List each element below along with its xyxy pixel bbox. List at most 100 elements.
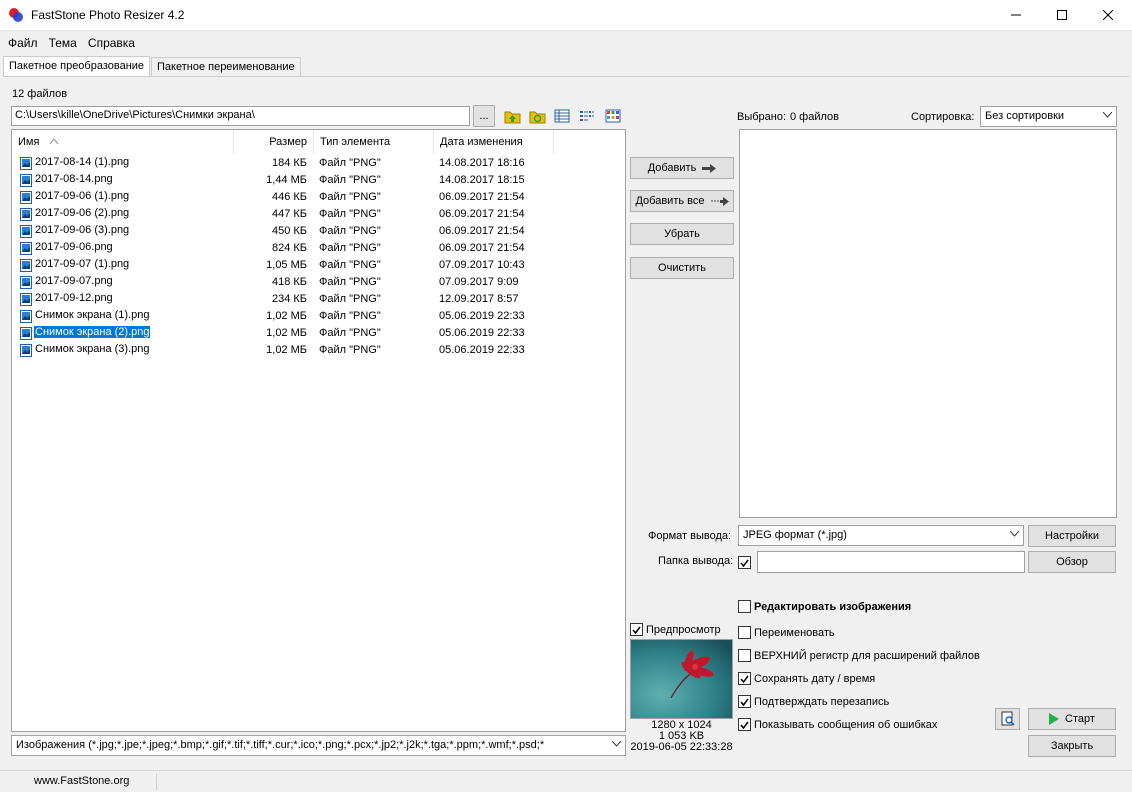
table-row[interactable]: 2017-09-07 (1).png 1,05 МБ Файл "PNG" 07.09… (12, 257, 625, 274)
menu-file[interactable]: Файл (4, 33, 42, 53)
selected-files-list[interactable] (739, 129, 1117, 518)
tab-batch-convert[interactable]: Пакетное преобразование (3, 56, 151, 77)
file-date: 07.09.2017 10:43 (439, 259, 525, 271)
close-button[interactable]: Закрыть (1028, 735, 1116, 757)
option-row[interactable]: Редактировать изображения (738, 600, 911, 613)
file-filter-select[interactable]: Изображения (*.jpg;*.jpe;*.jpeg;*.bmp;*.… (11, 735, 626, 756)
browse-output-button[interactable]: Обзор (1028, 551, 1116, 573)
menu-theme[interactable]: Тема (45, 33, 81, 53)
option-row[interactable]: ВЕРХНИЙ регистр для расширений файлов (738, 649, 980, 662)
file-name: Снимок экрана (3).png (35, 343, 150, 355)
file-type: Файл "PNG" (319, 174, 381, 186)
menu-help[interactable]: Справка (84, 33, 139, 53)
table-row[interactable]: 2017-09-06 (1).png 446 КБ Файл "PNG" 06.09.… (12, 189, 625, 206)
file-size: 234 КБ (271, 293, 307, 305)
preview-image (631, 640, 732, 718)
file-name: 2017-08-14.png (35, 173, 113, 185)
file-name: 2017-09-06.png (35, 241, 113, 253)
menu-bar: Файл Тема Справка (4, 33, 139, 53)
view-thumbnails-icon[interactable] (605, 108, 621, 124)
file-type: Файл "PNG" (319, 157, 381, 169)
option-checkbox[interactable] (738, 649, 751, 662)
tab-batch-rename[interactable]: Пакетное переименование (151, 57, 301, 76)
file-date: 06.09.2017 21:54 (439, 225, 525, 237)
minimize-button[interactable] (993, 0, 1039, 30)
table-row[interactable]: 2017-09-12.png 234 КБ Файл "PNG" 12.09.2017… (12, 291, 625, 308)
settings-button[interactable]: Настройки (1028, 525, 1116, 547)
file-name: Снимок экрана (1).png (35, 309, 150, 321)
checkmark-icon (740, 559, 749, 567)
column-type[interactable]: Тип элемента (314, 130, 434, 154)
output-folder-input[interactable] (757, 551, 1025, 573)
start-button-label: Старт (1065, 713, 1095, 725)
output-folder-checkbox[interactable] (738, 556, 751, 569)
preview-checkbox[interactable] (630, 623, 643, 636)
option-checkbox[interactable] (738, 695, 751, 708)
browse-path-button[interactable]: ... (473, 105, 495, 127)
table-row[interactable]: 2017-08-14.png 1,44 МБ Файл "PNG" 14.08.201… (12, 172, 625, 189)
path-input[interactable]: C:\Users\kille\OneDrive\Pictures\Снимки … (11, 106, 470, 126)
start-button[interactable]: Старт (1028, 708, 1116, 730)
view-details-icon[interactable] (554, 108, 570, 124)
file-list[interactable]: Имя Размер Тип элемента Дата изменения 2… (11, 129, 626, 732)
option-row[interactable]: Переименовать (738, 626, 835, 639)
table-row[interactable]: Снимок экрана (1).png 1,02 МБ Файл "PNG" 05… (12, 308, 625, 325)
clear-button[interactable]: Очистить (630, 257, 734, 279)
maximize-button[interactable] (1039, 0, 1085, 30)
preview-toggle[interactable]: Предпросмотр (630, 623, 721, 636)
website-link[interactable]: www.FastStone.org (34, 775, 129, 787)
table-row[interactable]: 2017-09-06.png 824 КБ Файл "PNG" 06.09.2017… (12, 240, 625, 257)
file-date: 05.06.2019 22:33 (439, 310, 525, 322)
table-row[interactable]: 2017-08-14 (1).png 184 КБ Файл "PNG" 14.08.… (12, 155, 625, 172)
option-row[interactable]: Сохранять дату / время (738, 672, 875, 685)
chevron-down-icon (1103, 112, 1112, 118)
output-format-select[interactable]: JPEG формат (*.jpg) (738, 525, 1024, 546)
selected-count: 0 файлов (790, 111, 839, 123)
close-window-button[interactable] (1085, 0, 1131, 30)
column-date[interactable]: Дата изменения (434, 130, 554, 154)
preview-label: Предпросмотр (646, 623, 721, 636)
option-checkbox[interactable] (738, 626, 751, 639)
minimize-icon (1011, 14, 1021, 16)
file-size: 446 КБ (271, 191, 307, 203)
view-list-icon[interactable] (579, 108, 595, 124)
image-file-icon (20, 259, 32, 272)
option-checkbox[interactable] (738, 672, 751, 685)
image-file-icon (20, 310, 32, 323)
column-size[interactable]: Размер (234, 130, 314, 154)
table-row[interactable]: 2017-09-07.png 418 КБ Файл "PNG" 07.09.2017… (12, 274, 625, 291)
add-all-button[interactable]: Добавить все (630, 190, 734, 212)
option-row[interactable]: Показывать сообщения об ошибках (738, 718, 937, 731)
column-name-label: Имя (18, 136, 40, 148)
column-name[interactable]: Имя (12, 130, 234, 154)
refresh-folder-icon[interactable] (529, 108, 546, 124)
option-checkbox[interactable] (738, 600, 751, 613)
table-row[interactable]: Снимок экрана (2).png 1,02 МБ Файл "PNG" 05… (12, 325, 625, 342)
file-name: 2017-09-07 (1).png (35, 258, 130, 270)
option-row[interactable]: Подтверждать перезапись (738, 695, 889, 708)
file-name: 2017-09-06 (3).png (35, 224, 130, 236)
preview-settings-button[interactable] (995, 708, 1020, 730)
table-row[interactable]: 2017-09-06 (3).png 450 КБ Файл "PNG" 06.09.… (12, 223, 625, 240)
option-label: Показывать сообщения об ошибках (754, 718, 938, 731)
folder-up-icon[interactable] (504, 108, 521, 124)
file-size: 1,05 МБ (266, 259, 307, 271)
remove-button[interactable]: Убрать (630, 223, 734, 245)
image-file-icon (20, 191, 32, 204)
file-type: Файл "PNG" (319, 293, 381, 305)
table-row[interactable]: Снимок экрана (3).png 1,02 МБ Файл "PNG" 05… (12, 342, 625, 359)
sort-label: Сортировка: (911, 111, 975, 123)
preview-datetime: 2019-06-05 22:33:28 (630, 741, 733, 753)
table-row[interactable]: 2017-09-06 (2).png 447 КБ Файл "PNG" 06.09.… (12, 206, 625, 223)
window-title: FastStone Photo Resizer 4.2 (31, 8, 185, 22)
sort-select[interactable]: Без сортировки (980, 106, 1117, 127)
title-bar: FastStone Photo Resizer 4.2 (0, 0, 1132, 31)
option-checkbox[interactable] (738, 718, 751, 731)
file-size: 1,02 МБ (266, 310, 307, 322)
add-button[interactable]: Добавить (630, 157, 734, 179)
file-name: Снимок экрана (2).png (32, 325, 152, 339)
file-date: 06.09.2017 21:54 (439, 191, 525, 203)
image-file-icon (20, 174, 32, 187)
image-file-icon (20, 293, 32, 306)
play-icon (1049, 713, 1060, 725)
